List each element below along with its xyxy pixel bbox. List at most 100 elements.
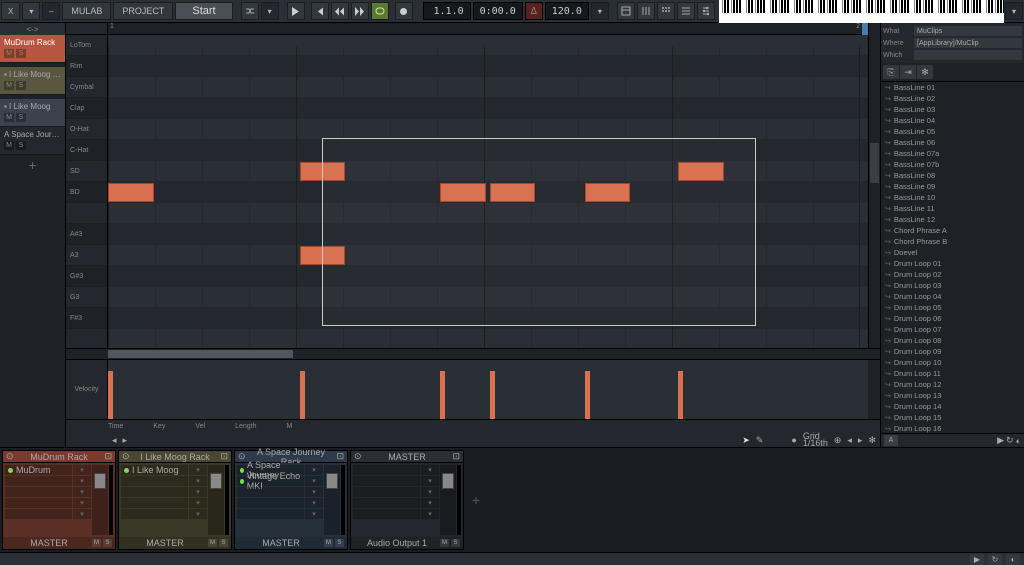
track-item[interactable]: A Space Journey RMS	[0, 127, 65, 155]
insert-slot[interactable]	[353, 476, 420, 486]
insert-slot[interactable]	[237, 509, 304, 519]
insert-slot[interactable]	[237, 487, 304, 497]
lane-label[interactable]: F#3	[66, 308, 107, 329]
mute-button[interactable]: M	[440, 539, 449, 547]
shuffle-icon[interactable]	[241, 2, 259, 20]
lane-label[interactable]	[66, 203, 107, 224]
browser-item[interactable]: Drum Loop 04	[881, 291, 1024, 302]
time-field[interactable]: Time	[108, 423, 123, 430]
key-field[interactable]: Key	[153, 423, 165, 430]
browser-item[interactable]: Drum Loop 02	[881, 269, 1024, 280]
send-knob[interactable]: ▾	[305, 498, 323, 508]
app-label[interactable]: MULAB	[62, 2, 111, 20]
browser-item[interactable]: Doevel	[881, 247, 1024, 258]
send-knob[interactable]: ▾	[73, 509, 91, 519]
mute-button[interactable]: M	[4, 81, 14, 90]
output-route[interactable]: MASTER	[238, 538, 324, 548]
velocity-bar[interactable]	[300, 371, 305, 419]
rewind-button[interactable]	[331, 2, 349, 20]
browser-item[interactable]: Drum Loop 15	[881, 412, 1024, 423]
lane-label[interactable]: Rim	[66, 56, 107, 77]
solo-button[interactable]: S	[16, 49, 26, 58]
browser-item[interactable]: BassLine 07a	[881, 148, 1024, 159]
browser-gear-icon[interactable]: ✻	[917, 65, 933, 79]
send-knob[interactable]: ▾	[305, 465, 323, 475]
track-item[interactable]: ▪ I Like Moog RaMS	[0, 67, 65, 95]
volume-fader[interactable]	[92, 465, 108, 535]
send-knob[interactable]: ▾	[305, 487, 323, 497]
browser-item[interactable]: BassLine 09	[881, 181, 1024, 192]
volume-fader[interactable]	[324, 465, 340, 535]
lane-label[interactable]: SD	[66, 161, 107, 182]
add-track-button[interactable]: +	[0, 155, 65, 175]
which-field[interactable]	[914, 50, 1022, 60]
lane-label[interactable]: A#3	[66, 224, 107, 245]
view-mixer-icon[interactable]	[637, 2, 655, 20]
project-label[interactable]: PROJECT	[113, 2, 173, 20]
nav-next-icon[interactable]: ▸	[123, 435, 128, 446]
tempo-arrow[interactable]: ▾	[591, 2, 609, 20]
browser-item[interactable]: Drum Loop 11	[881, 368, 1024, 379]
lane-label[interactable]: A3	[66, 245, 107, 266]
send-knob[interactable]: ▾	[73, 476, 91, 486]
mute-button[interactable]: M	[4, 49, 14, 58]
browser-route-icon[interactable]: ⇥	[900, 65, 916, 79]
pencil-tool-icon[interactable]: ✎	[756, 435, 764, 446]
lane-label[interactable]: O-Hat	[66, 119, 107, 140]
lane-label[interactable]: Clap	[66, 98, 107, 119]
loop-button[interactable]	[371, 2, 389, 20]
browser-item[interactable]: Chord Phrase B	[881, 236, 1024, 247]
lane-label[interactable]: Cymbal	[66, 77, 107, 98]
browser-item[interactable]: BassLine 06	[881, 137, 1024, 148]
browser-item[interactable]: Drum Loop 08	[881, 335, 1024, 346]
lane-label[interactable]: C-Hat	[66, 140, 107, 161]
loop-footer-icon[interactable]: ↻	[988, 554, 1002, 565]
metronome-button[interactable]: ∆	[525, 2, 543, 20]
browser-item[interactable]: Drum Loop 05	[881, 302, 1024, 313]
m-field[interactable]: M	[287, 423, 293, 430]
close-button[interactable]: X	[1, 2, 20, 20]
insert-slot[interactable]	[237, 498, 304, 508]
browser-item[interactable]: Drum Loop 03	[881, 280, 1024, 291]
timeline-ruler[interactable]: 1 2	[108, 23, 868, 35]
lane-label[interactable]: G3	[66, 287, 107, 308]
play-preview-icon[interactable]: ▶	[997, 435, 1004, 446]
forward-button[interactable]	[351, 2, 369, 20]
position-display[interactable]: 1.1.0	[423, 2, 471, 20]
loop-preview-icon[interactable]: ↻	[1006, 435, 1014, 446]
insert-slot[interactable]	[5, 476, 72, 486]
mute-button[interactable]: M	[208, 539, 217, 547]
browser-item[interactable]: BassLine 04	[881, 115, 1024, 126]
note[interactable]	[108, 183, 154, 202]
pointer-tool-icon[interactable]: ➤	[742, 435, 750, 446]
browser-foot-a[interactable]: A	[884, 435, 898, 446]
lane-label[interactable]: G#3	[66, 266, 107, 287]
menu-arrow[interactable]: ▾	[22, 2, 40, 20]
slot-led-icon[interactable]	[240, 479, 244, 484]
output-route[interactable]: MASTER	[122, 538, 208, 548]
insert-slot[interactable]	[5, 498, 72, 508]
insert-slot[interactable]	[353, 465, 420, 475]
browser-item[interactable]: BassLine 03	[881, 104, 1024, 115]
slot-led-icon[interactable]	[240, 468, 244, 473]
start-display[interactable]: Start	[175, 2, 232, 20]
zoom-out-icon[interactable]: ◂	[847, 435, 852, 446]
send-knob[interactable]: ▾	[189, 476, 207, 486]
solo-button[interactable]: S	[451, 539, 460, 547]
browser-list[interactable]: BassLine 01BassLine 02BassLine 03BassLin…	[881, 82, 1024, 433]
insert-slot[interactable]	[353, 509, 420, 519]
zoom-in-icon[interactable]: ▸	[858, 435, 863, 446]
solo-button[interactable]: S	[219, 539, 228, 547]
browser-item[interactable]: BassLine 01	[881, 82, 1024, 93]
vel-field[interactable]: Vel	[195, 423, 205, 430]
velocity-bar[interactable]	[678, 371, 683, 419]
browser-item[interactable]: Drum Loop 13	[881, 390, 1024, 401]
strip-header[interactable]: ⊙MASTER⊡	[351, 451, 463, 463]
solo-button[interactable]: S	[16, 113, 26, 122]
strip-header[interactable]: ⊙MuDrum Rack⊡	[3, 451, 115, 463]
velocity-bar[interactable]	[585, 371, 590, 419]
note[interactable]	[490, 183, 536, 202]
insert-slot[interactable]	[121, 476, 188, 486]
send-knob[interactable]: ▾	[73, 465, 91, 475]
play-button[interactable]	[287, 2, 305, 20]
